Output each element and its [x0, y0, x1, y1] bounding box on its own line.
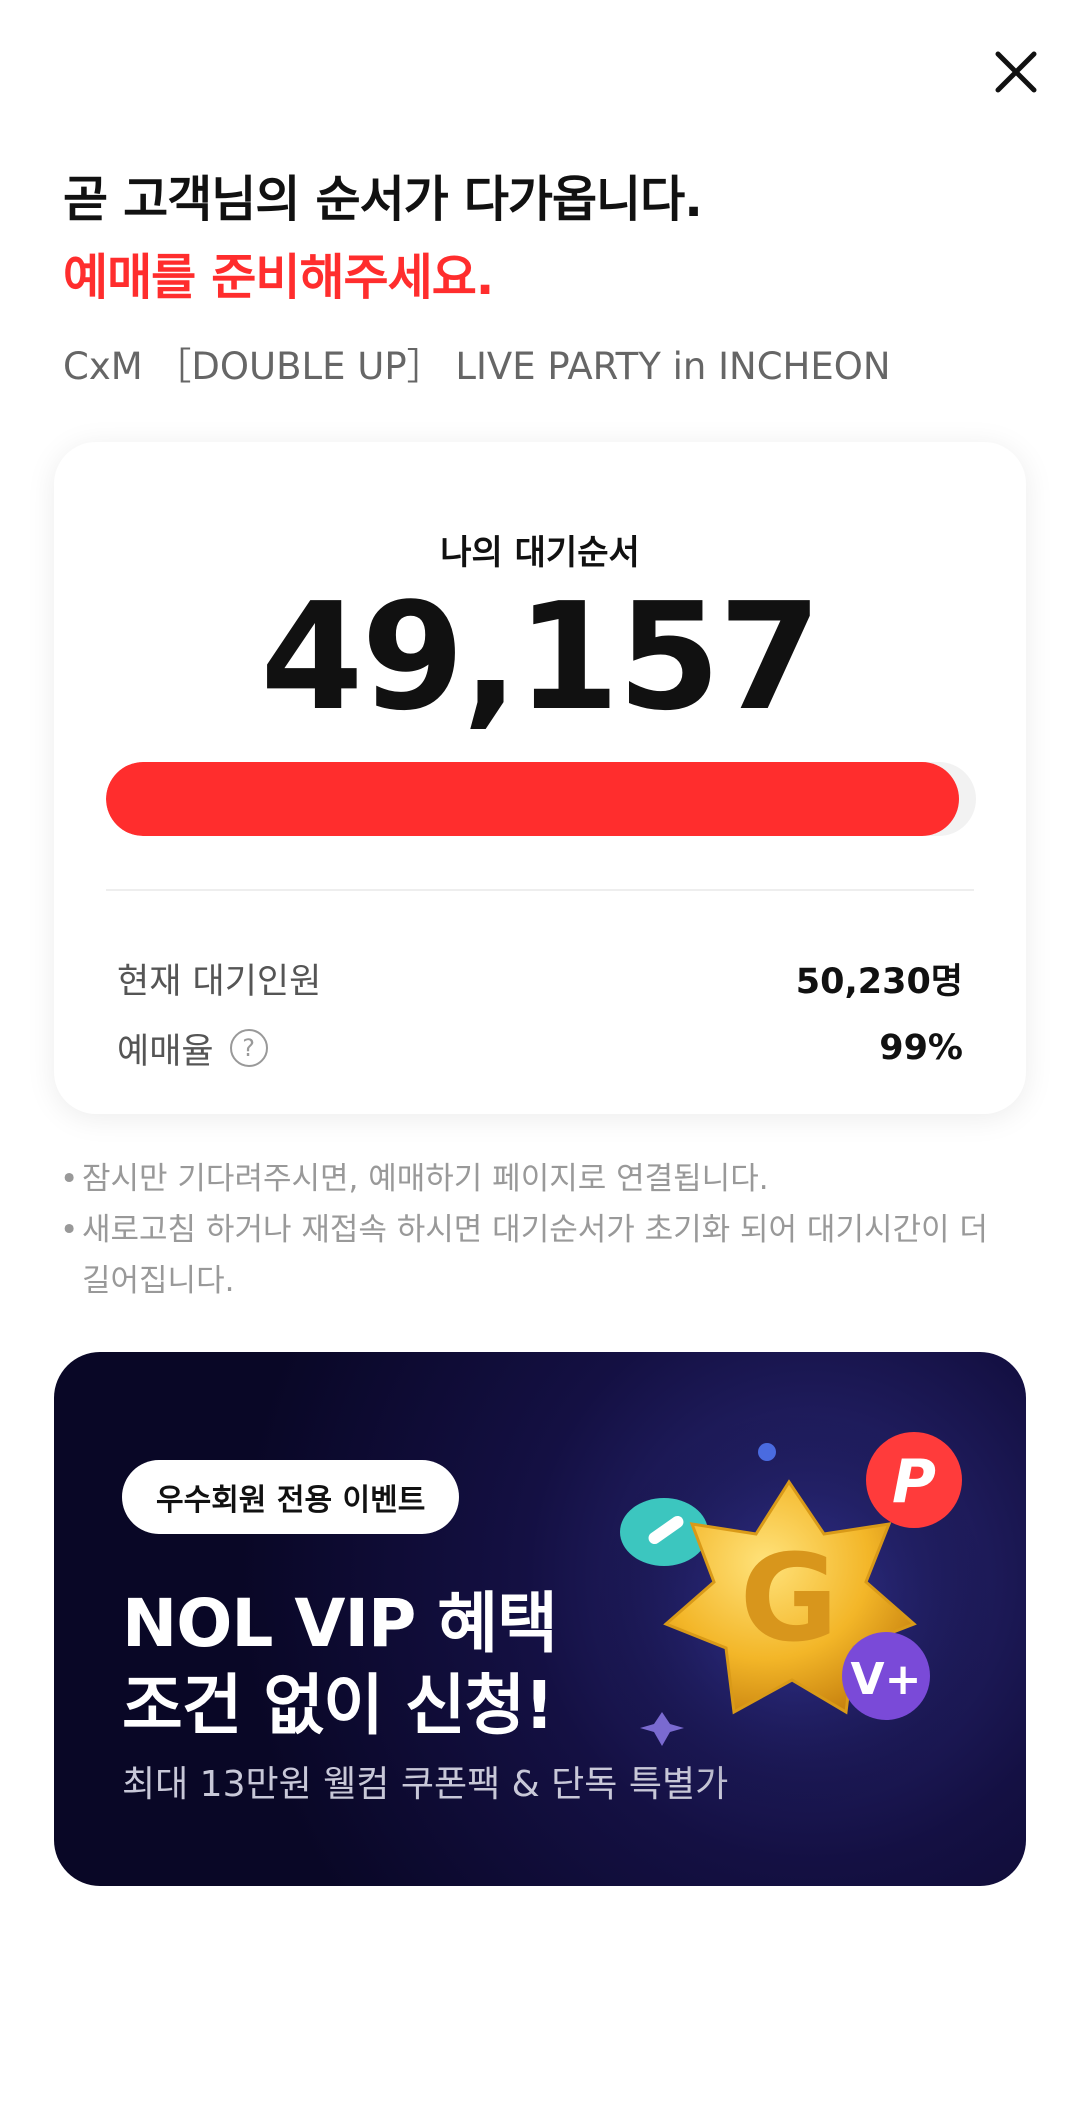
stat-value-booking-rate: 99%: [879, 1028, 963, 1068]
red-coin-icon: P: [866, 1432, 962, 1528]
queue-position: 49,157: [260, 571, 821, 743]
page-title: 곧 고객님의 순서가 다가옵니다.: [63, 171, 703, 228]
purple-coin-icon: V+: [842, 1632, 930, 1720]
divider: [106, 889, 974, 891]
stat-value-waiting: 50,230명: [795, 961, 963, 1002]
gold-star-g-coin-icon: G P V+: [594, 1412, 994, 1812]
event-name: CxM ［DOUBLE UP］ LIVE PARTY in INCHEON: [63, 345, 891, 388]
banner-title-line2: 조건 없이 신청!: [122, 1667, 554, 1744]
notice-text: 새로고침 하거나 재접속 하시면 대기순서가 초기화 되어 대기시간이 더 길어…: [82, 1212, 988, 1299]
bullet: •: [60, 1212, 79, 1248]
question-circle-icon[interactable]: ?: [229, 1029, 268, 1067]
queue-progress-fill: [106, 762, 959, 836]
stat-label-text: 예매율: [117, 1031, 214, 1072]
svg-text:P: P: [892, 1447, 936, 1517]
close-icon: [995, 51, 1037, 93]
stat-label-text: 현재 대기인원: [117, 961, 322, 1002]
page-subtitle: 예매를 준비해주세요.: [63, 249, 494, 306]
decor-dot: [758, 1443, 776, 1461]
stat-row-waiting: 현재 대기인원 50,230명: [117, 950, 963, 1006]
banner-badge: 우수회원 전용 이벤트: [122, 1460, 460, 1534]
notice-text: 잠시만 기다려주시면, 예매하기 페이지로 연결됩니다.: [82, 1161, 769, 1197]
notice-item: • 잠시만 기다려주시면, 예매하기 페이지로 연결됩니다.: [60, 1154, 1020, 1205]
queue-card: 나의 대기순서 49,157 현재 대기인원 50,230명 예매율 ? 99%: [54, 442, 1026, 1114]
svg-text:V+: V+: [851, 1654, 922, 1705]
star-letter: G: [740, 1530, 839, 1669]
queue-label: 나의 대기순서: [440, 533, 640, 573]
notice-list: • 잠시만 기다려주시면, 예매하기 페이지로 연결됩니다. • 새로고침 하거…: [60, 1154, 1020, 1307]
promo-banner[interactable]: 우수회원 전용 이벤트 NOL VIP 혜택 조건 없이 신청! 최대 13만원…: [54, 1352, 1026, 1886]
stat-label-waiting: 현재 대기인원: [117, 953, 321, 1004]
close-button[interactable]: [976, 32, 1056, 112]
bullet: •: [60, 1161, 79, 1197]
notice-item: • 새로고침 하거나 재접속 하시면 대기순서가 초기화 되어 대기시간이 더 …: [60, 1205, 1020, 1307]
stat-label-booking-rate: 예매율 ?: [117, 1023, 268, 1074]
queue-progress-bar: [106, 762, 976, 836]
stat-row-booking-rate: 예매율 ? 99%: [117, 1020, 963, 1076]
